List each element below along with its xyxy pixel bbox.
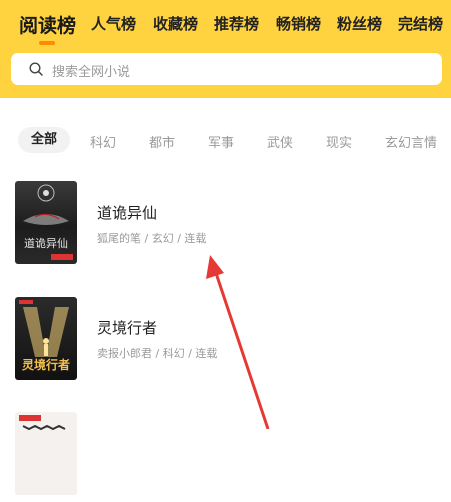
tab-bestseller-rank[interactable]: 畅销榜: [276, 13, 321, 34]
active-tab-indicator: [39, 41, 55, 45]
book-list-item[interactable]: [0, 412, 451, 502]
search-bar[interactable]: 搜索全网小说: [11, 53, 442, 85]
book-meta: 卖报小郎君 / 科幻 / 连载: [97, 347, 218, 360]
category-fantasy-romance[interactable]: 玄幻言情: [385, 132, 437, 151]
category-wuxia[interactable]: 武侠: [267, 132, 293, 151]
top-header: 阅读榜 人气榜 收藏榜 推荐榜 畅销榜 粉丝榜 完结榜 搜索全网小说: [0, 0, 451, 98]
category-filter-bar: 全部 科幻 都市 军事 武侠 现实 玄幻言情: [0, 127, 451, 157]
tab-popularity-rank[interactable]: 人气榜: [91, 13, 136, 34]
book-cover[interactable]: 道诡异仙: [15, 181, 77, 264]
cover-art: [19, 415, 66, 431]
category-military[interactable]: 军事: [208, 132, 234, 151]
search-placeholder: 搜索全网小说: [52, 65, 131, 80]
book-cover[interactable]: [15, 412, 77, 495]
book-cover[interactable]: 灵境行者: [15, 297, 77, 380]
tab-favorites-rank[interactable]: 收藏榜: [153, 13, 198, 34]
book-meta: 狐尾的笔 / 玄幻 / 连载: [97, 232, 207, 245]
tab-completed-rank[interactable]: 完结榜: [398, 13, 443, 34]
tab-fans-rank[interactable]: 粉丝榜: [337, 13, 382, 34]
book-title[interactable]: 灵境行者: [97, 317, 157, 338]
book-list-item[interactable]: 道诡异仙 道诡异仙 狐尾的笔 / 玄幻 / 连载: [0, 181, 451, 271]
book-list-item[interactable]: 灵境行者 灵境行者 卖报小郎君 / 科幻 / 连载: [0, 297, 451, 387]
category-reality[interactable]: 现实: [326, 132, 352, 151]
search-icon: [29, 62, 43, 76]
category-urban[interactable]: 都市: [149, 132, 175, 151]
rank-tab-bar: 阅读榜 人气榜 收藏榜 推荐榜 畅销榜 粉丝榜 完结榜: [0, 0, 451, 46]
cover-art: 灵境行者: [19, 300, 70, 372]
svg-text:道诡异仙: 道诡异仙: [24, 236, 68, 250]
tab-reading-rank[interactable]: 阅读榜: [19, 11, 76, 38]
book-title[interactable]: 道诡异仙: [97, 202, 157, 223]
category-all[interactable]: 全部: [18, 127, 71, 153]
tab-recommend-rank[interactable]: 推荐榜: [214, 13, 259, 34]
cover-art: 道诡异仙: [23, 184, 73, 260]
category-scifi[interactable]: 科幻: [90, 132, 116, 151]
svg-text:灵境行者: 灵境行者: [22, 357, 70, 372]
